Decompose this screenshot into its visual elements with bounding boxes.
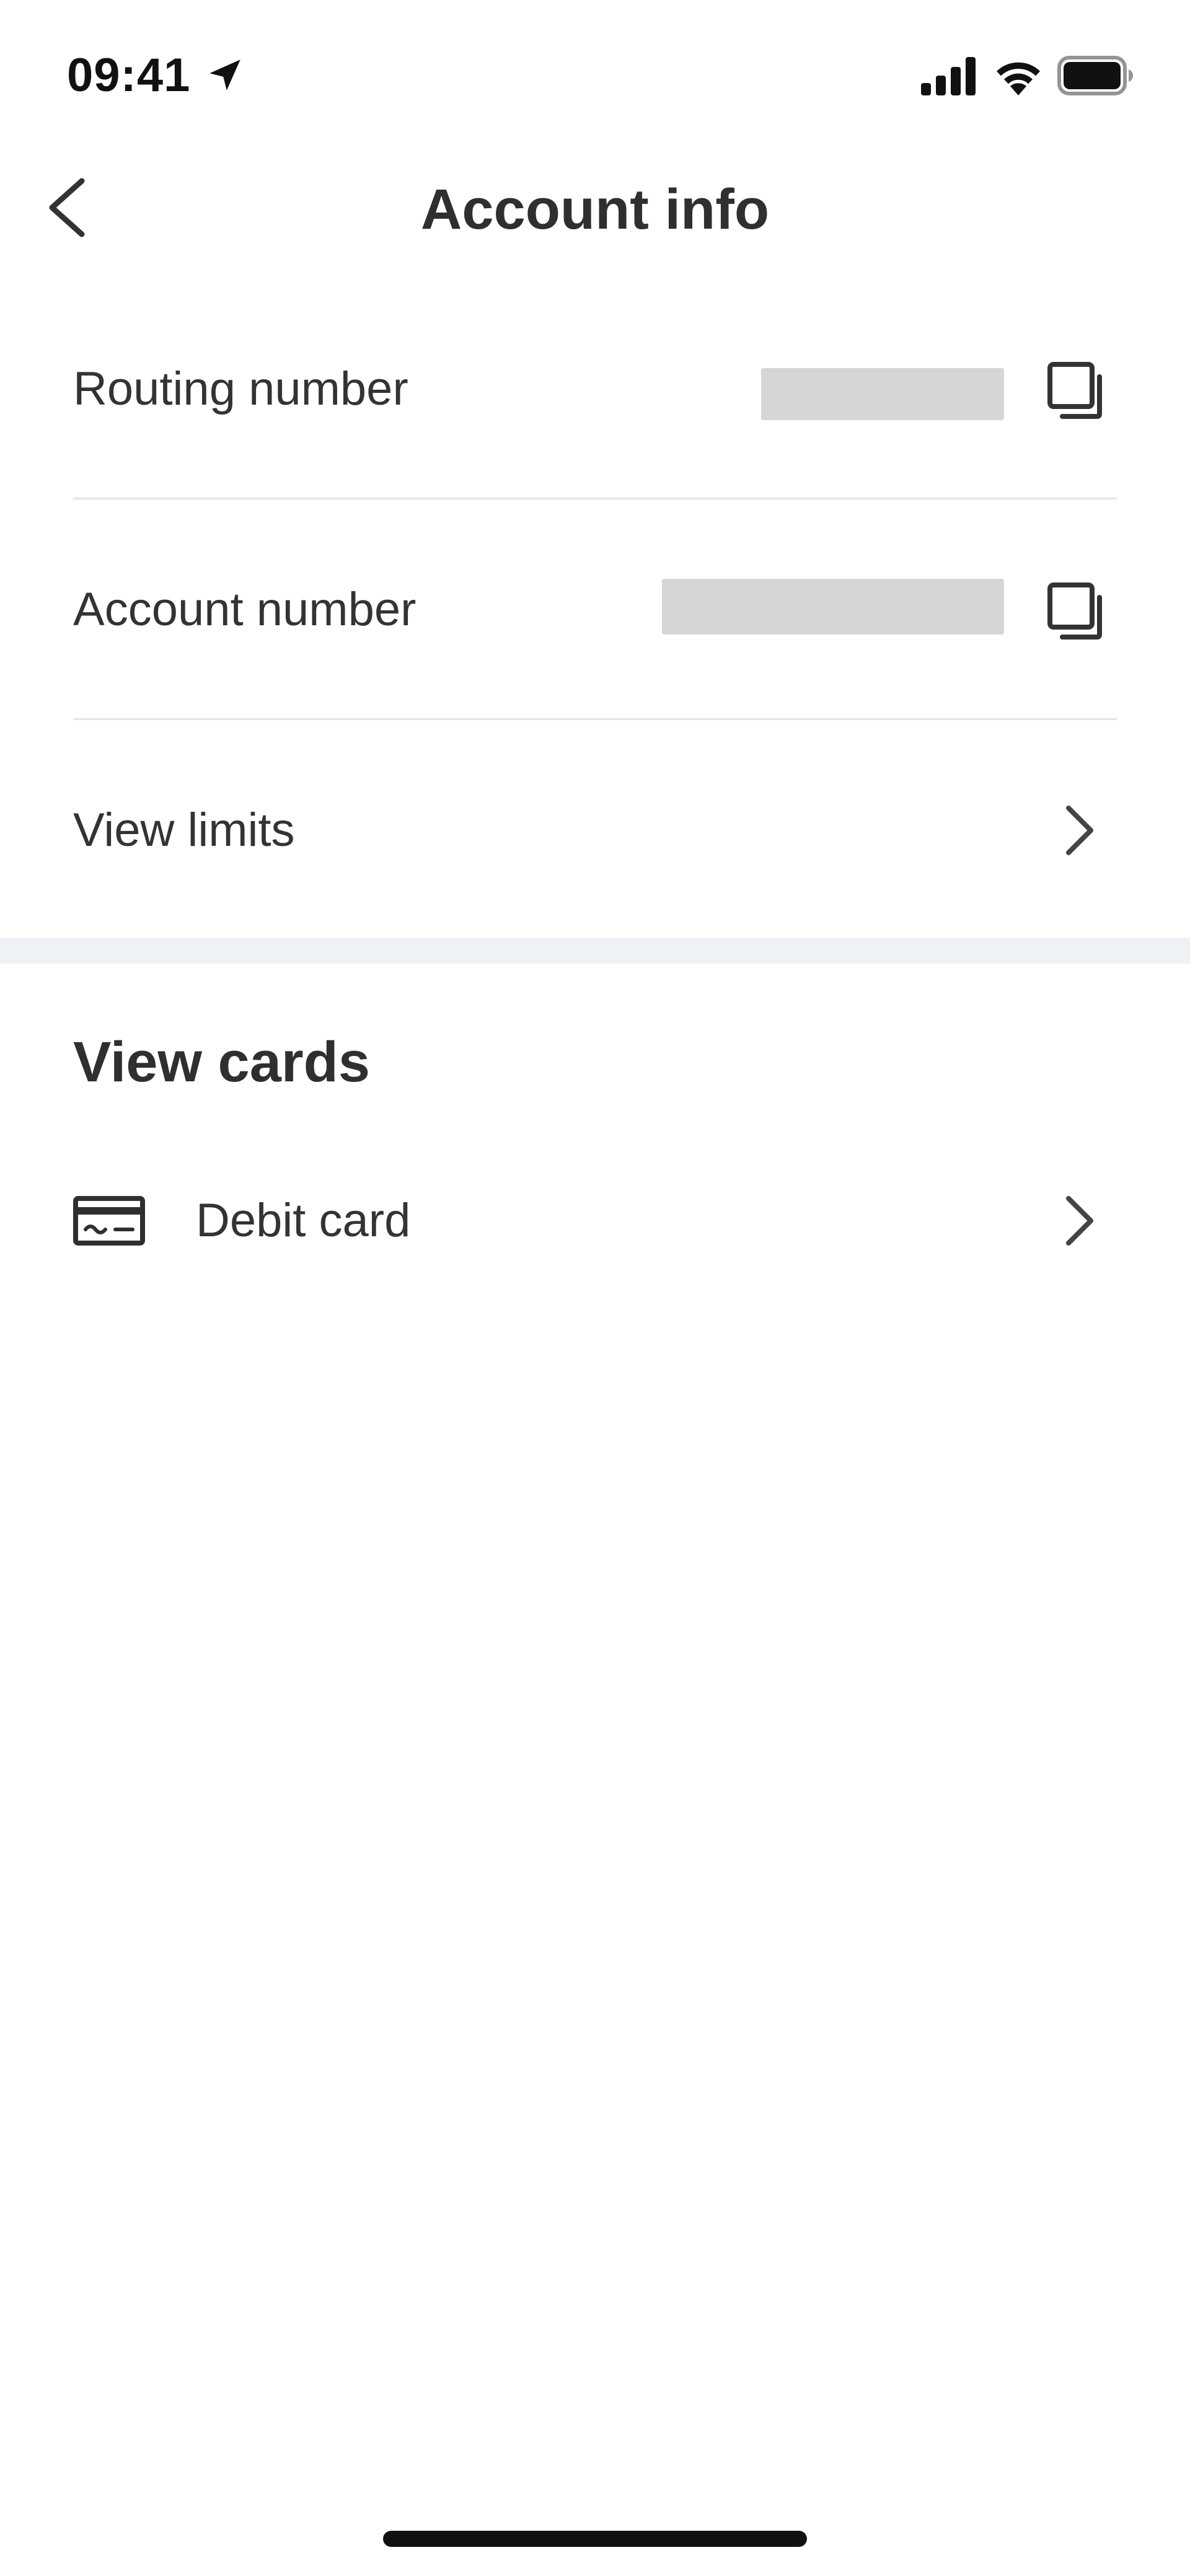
location-arrow-icon bbox=[209, 59, 240, 90]
credit-card-icon bbox=[73, 1196, 145, 1246]
view-limits-label: View limits bbox=[73, 804, 295, 856]
battery-icon bbox=[1057, 56, 1133, 95]
view-limits-row[interactable]: View limits bbox=[73, 720, 1117, 941]
section-separator bbox=[0, 938, 1190, 964]
page-title: Account info bbox=[420, 178, 770, 241]
chevron-right-icon bbox=[1066, 1196, 1093, 1246]
debit-card-row[interactable]: Debit card bbox=[73, 1153, 1117, 1289]
debit-card-label: Debit card bbox=[196, 1194, 411, 1247]
copy-icon[interactable] bbox=[1042, 357, 1111, 425]
copy-icon[interactable] bbox=[1042, 578, 1111, 646]
wifi-icon bbox=[997, 62, 1040, 95]
routing-number-value-redacted bbox=[761, 368, 1004, 420]
routing-number-row: Routing number bbox=[73, 279, 1117, 499]
routing-number-label: Routing number bbox=[73, 363, 408, 415]
view-cards-heading: View cards bbox=[73, 1031, 371, 1094]
home-indicator[interactable] bbox=[383, 2531, 807, 2547]
account-info-screen: 09:41 Account info Routing number Accoun… bbox=[0, 0, 1190, 2576]
account-number-label: Account number bbox=[73, 583, 416, 636]
signal-icon bbox=[921, 57, 976, 95]
status-bar: 09:41 bbox=[0, 0, 1190, 149]
nav-header: Account info bbox=[0, 149, 1190, 266]
chevron-right-icon bbox=[1066, 806, 1093, 855]
account-number-row: Account number bbox=[73, 499, 1117, 720]
status-time: 09:41 bbox=[67, 49, 191, 102]
account-number-value-redacted bbox=[662, 579, 1004, 635]
